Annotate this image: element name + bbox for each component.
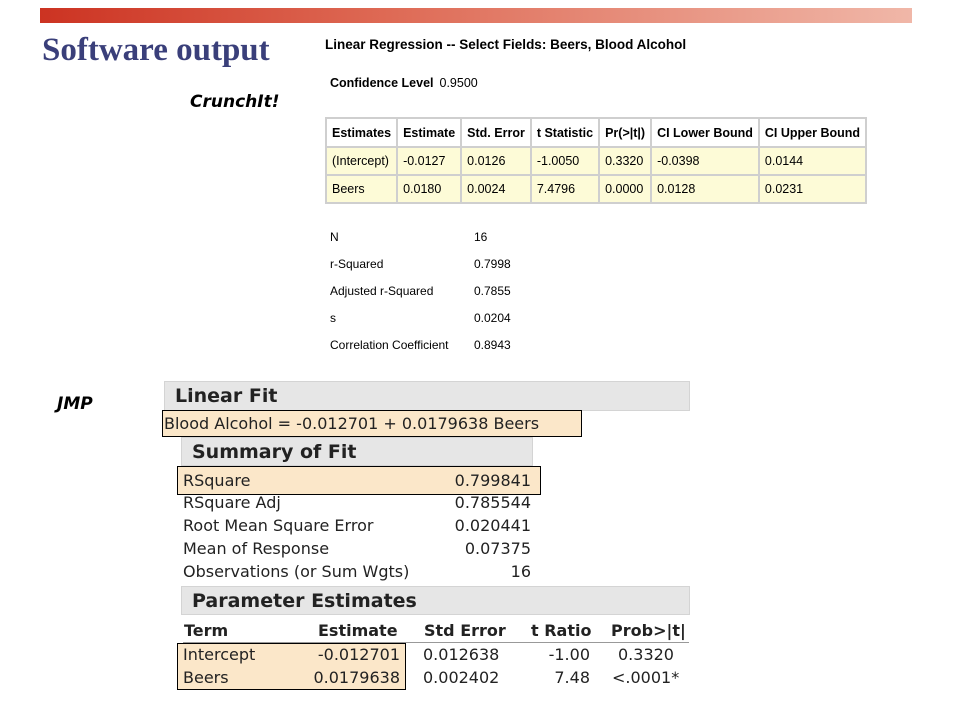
crunchit-estimates-table: Estimates Estimate Std. Error t Statisti… — [324, 117, 868, 204]
table-header: t Statistic — [529, 117, 601, 148]
summary-value: 0.020441 — [454, 516, 531, 535]
param-t-ratio: 7.48 — [554, 668, 590, 687]
param-t-ratio: -1.00 — [548, 645, 590, 664]
regression-equation: Blood Alcohol = -0.012701 + 0.0179638 Be… — [162, 410, 582, 437]
table-cell: 0.0000 — [598, 174, 653, 204]
summary-value: 0.07375 — [464, 539, 531, 558]
param-term: Intercept — [183, 645, 256, 664]
stat-label: Adjusted r-Squared — [330, 284, 434, 298]
summary-label: Observations (or Sum Wgts) — [183, 562, 410, 581]
crunchit-stats: N 16 r-Squared 0.7998 Adjusted r-Squared 0.… — [330, 230, 511, 365]
summary-value: 0.785544 — [454, 493, 531, 512]
table-cell: 0.0128 — [650, 174, 760, 204]
table-cell: 0.0180 — [396, 174, 463, 204]
column-header-term: Term — [184, 621, 229, 640]
stat-label: N — [330, 230, 339, 244]
slide-title: Software output — [42, 32, 270, 68]
column-header-prob: Prob>|t| — [611, 621, 686, 640]
table-header: Std. Error — [460, 117, 532, 148]
table-cell: 0.0144 — [757, 146, 868, 176]
crunchit-label: CrunchIt! — [190, 92, 280, 112]
table-row: Observations (or Sum Wgts) 16 — [183, 560, 533, 583]
table-cell: -0.0398 — [650, 146, 760, 176]
confidence-label: Confidence Level — [330, 76, 434, 90]
column-header-std-error: Std Error — [424, 621, 506, 640]
confidence-value: 0.9500 — [439, 76, 478, 90]
param-std-error: 0.002402 — [423, 668, 500, 687]
stat-label: s — [330, 311, 336, 325]
table-header: CI Upper Bound — [757, 117, 868, 148]
table-header: CI Lower Bound — [650, 117, 760, 148]
table-cell: 0.0024 — [460, 174, 532, 204]
stat-label: Correlation Coefficient — [330, 338, 449, 352]
stat-value: 0.7998 — [474, 257, 511, 271]
param-prob: 0.3320 — [618, 645, 674, 664]
stat-value: 0.8943 — [474, 338, 511, 352]
table-cell: Beers — [324, 174, 399, 204]
table-header: Pr(>|t|) — [598, 117, 653, 148]
param-term: Beers — [183, 668, 229, 687]
summary-label: RSquare — [183, 471, 251, 490]
jmp-label: JMP — [57, 394, 93, 414]
confidence-level: Confidence Level 0.9500 — [330, 76, 478, 90]
linear-fit-header: Linear Fit — [164, 381, 690, 411]
table-row: RSquare Adj 0.785544 — [183, 491, 533, 514]
summary-label: Root Mean Square Error — [183, 516, 374, 535]
table-cell: 0.0126 — [460, 146, 532, 176]
table-header: Estimates — [324, 117, 399, 148]
list-item: r-Squared 0.7998 — [330, 257, 511, 284]
stat-value: 0.7855 — [474, 284, 511, 298]
stat-label: r-Squared — [330, 257, 384, 271]
title-accent-bar — [40, 8, 912, 23]
table-header: Estimate — [396, 117, 463, 148]
table-header-row: Estimates Estimate Std. Error t Statisti… — [324, 117, 868, 148]
table-cell: -0.0127 — [396, 146, 463, 176]
table-row: Mean of Response 0.07375 — [183, 537, 533, 560]
param-estimate: 0.0179638 — [313, 668, 400, 687]
table-cell: 0.3320 — [598, 146, 653, 176]
parameter-estimates-header: Parameter Estimates — [181, 586, 690, 615]
summary-value: 0.799841 — [454, 471, 531, 490]
summary-label: RSquare Adj — [183, 493, 281, 512]
table-row: Root Mean Square Error 0.020441 — [183, 514, 533, 537]
column-header-t-ratio: t Ratio — [531, 621, 592, 640]
stat-value: 16 — [474, 230, 488, 244]
summary-value: 16 — [510, 562, 531, 581]
list-item: s 0.0204 — [330, 311, 511, 338]
table-row: Beers 0.0180 0.0024 7.4796 0.0000 0.0128… — [324, 174, 868, 204]
list-item: Adjusted r-Squared 0.7855 — [330, 284, 511, 311]
summary-label: Mean of Response — [183, 539, 330, 558]
column-header-estimate: Estimate — [318, 621, 398, 640]
table-cell: (Intercept) — [324, 146, 399, 176]
param-prob: <.0001* — [612, 668, 680, 687]
param-estimate: -0.012701 — [317, 645, 400, 664]
table-cell: 0.0231 — [757, 174, 868, 204]
table-cell: 7.4796 — [529, 174, 601, 204]
summary-of-fit-header: Summary of Fit — [181, 437, 533, 466]
table-row: (Intercept) -0.0127 0.0126 -1.0050 0.332… — [324, 146, 868, 176]
table-row: RSquare 0.799841 — [183, 469, 533, 492]
param-std-error: 0.012638 — [423, 645, 500, 664]
list-item: Correlation Coefficient 0.8943 — [330, 338, 511, 365]
stat-value: 0.0204 — [474, 311, 511, 325]
table-cell: -1.0050 — [529, 146, 601, 176]
list-item: N 16 — [330, 230, 511, 257]
crunchit-heading: Linear Regression -- Select Fields: Beer… — [325, 37, 687, 52]
